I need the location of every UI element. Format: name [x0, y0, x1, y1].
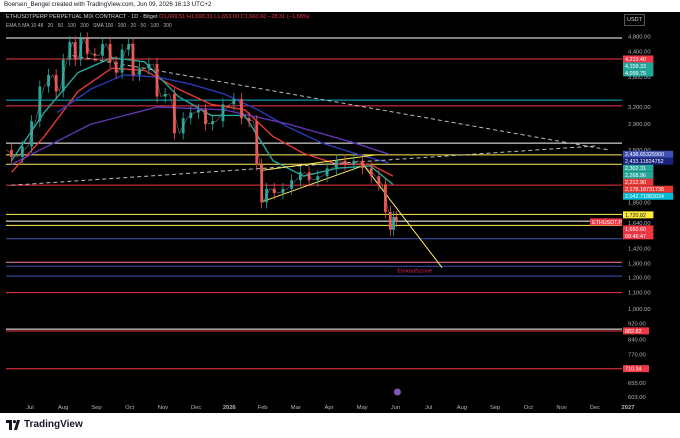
x-tick-label: Nov	[556, 405, 566, 411]
price-label: 710.34	[625, 367, 642, 373]
price-label: 2,178.18731738	[625, 187, 664, 193]
price-label: 2,302.31	[625, 166, 646, 172]
y-tick-label: 1,200.00	[628, 276, 651, 282]
y-tick-label: 1,420.00	[628, 246, 651, 252]
x-tick-label: 2027	[622, 405, 635, 411]
x-tick-label: Feb	[258, 405, 268, 411]
y-tick-label: 655.00	[628, 381, 646, 387]
price-label: 1,720.82	[625, 213, 646, 219]
price-label: 1,660.60	[625, 227, 646, 233]
price-label: ETHUSDT.P	[592, 220, 622, 226]
annotation-label: Einkaufszone	[397, 269, 432, 275]
price-label: 4,099.75	[625, 71, 646, 77]
price-label: 2,268.96	[625, 173, 646, 179]
y-tick-label: 840.00	[628, 338, 646, 344]
flag-icon	[393, 388, 401, 396]
x-tick-label: Sep	[91, 405, 101, 411]
x-tick-label: Jul	[425, 405, 432, 411]
price-label: 2,438.65325900	[625, 152, 664, 158]
y-tick-label: 1,000.00	[628, 307, 651, 313]
x-tick-label: 2026	[223, 405, 237, 411]
x-tick-label: Jun	[391, 405, 400, 411]
x-tick-label: Oct	[125, 405, 134, 411]
x-tick-label: Dec	[191, 405, 201, 411]
price-label: 882.82	[625, 329, 642, 335]
chart-frame: Boersen_Bengel created with TradingView.…	[0, 0, 680, 438]
tradingview-logo-icon	[6, 420, 20, 430]
x-tick-label: Mar	[291, 405, 301, 411]
price-label: 4,219.40	[625, 57, 646, 63]
y-tick-label: 2,900.00	[628, 122, 651, 128]
y-tick-label: 1,300.00	[628, 262, 651, 268]
price-label: 2,433.11824752	[625, 159, 664, 165]
trendline	[11, 145, 599, 186]
price-label: 2,042.71882034	[625, 194, 664, 200]
moving-average-line	[11, 106, 389, 166]
x-tick-label: Aug	[58, 405, 68, 411]
x-tick-label: Dec	[590, 405, 600, 411]
y-tick-label: 1,100.00	[628, 291, 651, 297]
y-tick-label: 4,400.00	[628, 50, 651, 56]
y-tick-label: 4,800.00	[628, 35, 651, 41]
price-chart[interactable]: 4,800.004,400.003,800.003,200.002,900.00…	[0, 0, 680, 413]
price-label: 09:46:47	[625, 234, 646, 240]
y-tick-label: 3,200.00	[628, 105, 651, 111]
price-label: 4,159.33	[625, 64, 646, 70]
x-tick-label: Nov	[158, 405, 168, 411]
brand-name: TradingView	[24, 419, 83, 430]
trendline	[362, 163, 443, 268]
y-tick-label: 920.00	[628, 322, 646, 328]
x-tick-label: Oct	[524, 405, 533, 411]
tradingview-footer: TradingView	[0, 413, 680, 438]
x-tick-label: Apr	[324, 405, 333, 411]
price-label: 2,212.90	[625, 180, 646, 186]
y-tick-label: 1,850.00	[628, 200, 651, 206]
x-tick-label: Jul	[26, 405, 33, 411]
trendline	[263, 166, 361, 202]
y-tick-label: 770.00	[628, 353, 646, 359]
y-tick-label: 603.00	[628, 395, 646, 401]
x-tick-label: Sep	[490, 405, 500, 411]
x-tick-label: May	[357, 405, 368, 411]
price-path-line	[5, 37, 398, 230]
x-tick-label: Aug	[457, 405, 467, 411]
